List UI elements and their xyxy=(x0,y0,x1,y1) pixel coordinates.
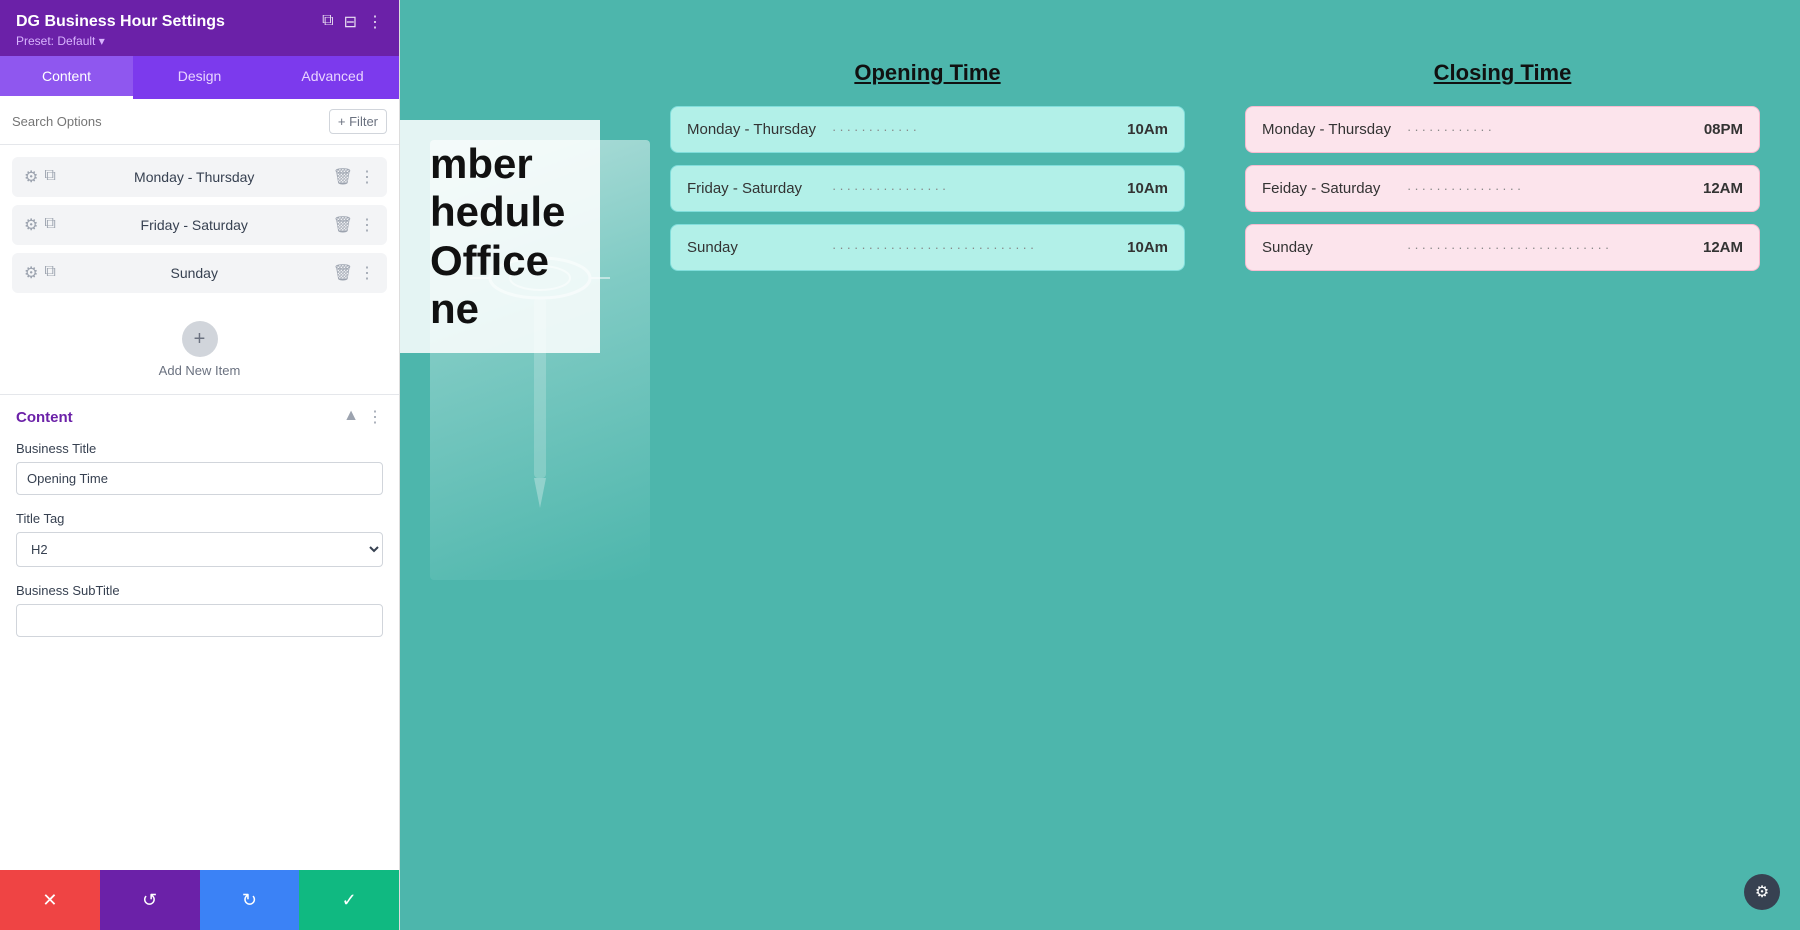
list-item-label: Friday - Saturday xyxy=(64,217,325,233)
opening-row-3: Sunday ···························· 10Am xyxy=(670,224,1185,271)
opening-day-1: Monday - Thursday xyxy=(687,121,832,138)
overlay-line-1: mber xyxy=(430,140,570,188)
list-item-left-icons: ⚙ ⧉ xyxy=(24,263,56,283)
business-title-label: Business Title xyxy=(16,441,383,456)
panel-header-icons: ⧉ ⊟ ⋮ xyxy=(322,12,383,32)
business-subtitle-input[interactable] xyxy=(16,604,383,637)
preview-text-overlay: mber hedule Office ne xyxy=(400,120,600,353)
add-new-label: Add New Item xyxy=(159,363,241,378)
panel-preset[interactable]: Preset: Default ▾ xyxy=(16,34,383,48)
opening-dots-3: ···························· xyxy=(832,240,1118,255)
list-item-right-icons: 🗑 ⋮ xyxy=(333,263,375,283)
opening-dots-1: ············ xyxy=(832,122,1118,137)
redo-button[interactable]: ↻ xyxy=(200,870,300,930)
closing-time-title: Closing Time xyxy=(1245,60,1760,86)
closing-day-1: Monday - Thursday xyxy=(1262,121,1407,138)
opening-time-2: 10Am xyxy=(1118,180,1168,197)
more-icon[interactable]: ⋮ xyxy=(359,263,375,283)
collapse-icon[interactable]: ▲ xyxy=(343,407,359,427)
content-section-header: Content ▲ ⋮ xyxy=(16,407,383,427)
opening-time-title: Opening Time xyxy=(670,60,1185,86)
closing-day-3: Sunday xyxy=(1262,239,1407,256)
opening-time-column: Opening Time Monday - Thursday ·········… xyxy=(670,60,1185,283)
preview-area: mber hedule Office ne Opening Time Monda… xyxy=(400,0,1800,930)
closing-time-2: 12AM xyxy=(1693,180,1743,197)
list-item-left-icons: ⚙ ⧉ xyxy=(24,215,56,235)
list-item: ⚙ ⧉ Sunday 🗑 ⋮ xyxy=(12,253,387,293)
undo-button[interactable]: ↺ xyxy=(100,870,200,930)
opening-day-3: Sunday xyxy=(687,239,832,256)
duplicate-icon[interactable]: ⧉ xyxy=(44,215,55,235)
opening-day-2: Friday - Saturday xyxy=(687,180,832,197)
business-subtitle-label: Business SubTitle xyxy=(16,583,383,598)
left-panel: DG Business Hour Settings ⧉ ⊟ ⋮ Preset: … xyxy=(0,0,400,930)
search-input[interactable] xyxy=(12,114,321,129)
opening-time-3: 10Am xyxy=(1118,239,1168,256)
closing-dots-3: ···························· xyxy=(1407,240,1693,255)
restore-icon[interactable]: ⧉ xyxy=(322,12,333,32)
content-section: Content ▲ ⋮ Business Title Title Tag H2 … xyxy=(0,394,399,930)
schedule-container: Opening Time Monday - Thursday ·········… xyxy=(670,60,1760,283)
delete-icon[interactable]: 🗑 xyxy=(333,215,353,235)
list-item: ⚙ ⧉ Friday - Saturday 🗑 ⋮ xyxy=(12,205,387,245)
add-new-item[interactable]: + Add New Item xyxy=(0,305,399,394)
closing-dots-2: ················ xyxy=(1407,181,1693,196)
filter-button[interactable]: + Filter xyxy=(329,109,387,134)
options-icon[interactable]: ⋮ xyxy=(367,407,383,427)
closing-row-2: Feiday - Saturday ················ 12AM xyxy=(1245,165,1760,212)
list-item-label: Sunday xyxy=(64,265,325,281)
closing-time-column: Closing Time Monday - Thursday ·········… xyxy=(1245,60,1760,283)
more-options-icon[interactable]: ⋮ xyxy=(367,12,383,32)
closing-row-3: Sunday ···························· 12AM xyxy=(1245,224,1760,271)
delete-icon[interactable]: 🗑 xyxy=(333,167,353,187)
title-tag-select[interactable]: H2 H1 H3 H4 p xyxy=(16,532,383,567)
tab-advanced[interactable]: Advanced xyxy=(266,56,399,99)
settings-icon[interactable]: ⚙ xyxy=(24,263,38,283)
help-icon[interactable]: ⚙ xyxy=(1744,874,1780,910)
opening-time-1: 10Am xyxy=(1118,121,1168,138)
settings-icon[interactable]: ⚙ xyxy=(24,215,38,235)
list-item-right-icons: 🗑 ⋮ xyxy=(333,167,375,187)
overlay-line-4: ne xyxy=(430,285,570,333)
list-item-right-icons: 🗑 ⋮ xyxy=(333,215,375,235)
list-item-left-icons: ⚙ ⧉ xyxy=(24,167,56,187)
opening-row-2: Friday - Saturday ················ 10Am xyxy=(670,165,1185,212)
tab-design[interactable]: Design xyxy=(133,56,266,99)
overlay-line-3: Office xyxy=(430,237,570,285)
list-item-label: Monday - Thursday xyxy=(64,169,325,185)
closing-row-1: Monday - Thursday ············ 08PM xyxy=(1245,106,1760,153)
action-bar: ✕ ↺ ↻ ✓ xyxy=(0,870,399,930)
settings-icon[interactable]: ⚙ xyxy=(24,167,38,187)
closing-dots-1: ············ xyxy=(1407,122,1693,137)
content-section-title: Content xyxy=(16,409,73,426)
business-title-input[interactable] xyxy=(16,462,383,495)
opening-dots-2: ················ xyxy=(832,181,1118,196)
panel-tabs: Content Design Advanced xyxy=(0,56,399,99)
list-item: ⚙ ⧉ Monday - Thursday 🗑 ⋮ xyxy=(12,157,387,197)
content-section-actions: ▲ ⋮ xyxy=(343,407,383,427)
panel-header: DG Business Hour Settings ⧉ ⊟ ⋮ Preset: … xyxy=(0,0,399,56)
confirm-button[interactable]: ✓ xyxy=(299,870,399,930)
business-subtitle-field-group: Business SubTitle xyxy=(16,583,383,637)
search-bar: + Filter xyxy=(0,99,399,145)
duplicate-icon[interactable]: ⧉ xyxy=(44,167,55,187)
duplicate-icon[interactable]: ⧉ xyxy=(44,263,55,283)
opening-row-1: Monday - Thursday ············ 10Am xyxy=(670,106,1185,153)
tab-content[interactable]: Content xyxy=(0,56,133,99)
title-tag-field-group: Title Tag H2 H1 H3 H4 p xyxy=(16,511,383,567)
closing-time-3: 12AM xyxy=(1693,239,1743,256)
delete-icon[interactable]: 🗑 xyxy=(333,263,353,283)
more-icon[interactable]: ⋮ xyxy=(359,167,375,187)
business-title-field-group: Business Title xyxy=(16,441,383,495)
columns-icon[interactable]: ⊟ xyxy=(344,12,357,32)
closing-time-1: 08PM xyxy=(1693,121,1743,138)
items-list: ⚙ ⧉ Monday - Thursday 🗑 ⋮ ⚙ ⧉ Friday - S… xyxy=(0,145,399,305)
closing-day-2: Feiday - Saturday xyxy=(1262,180,1407,197)
title-tag-label: Title Tag xyxy=(16,511,383,526)
cancel-button[interactable]: ✕ xyxy=(0,870,100,930)
more-icon[interactable]: ⋮ xyxy=(359,215,375,235)
overlay-line-2: hedule xyxy=(430,188,570,236)
add-new-circle-icon: + xyxy=(182,321,218,357)
panel-title: DG Business Hour Settings xyxy=(16,13,225,31)
